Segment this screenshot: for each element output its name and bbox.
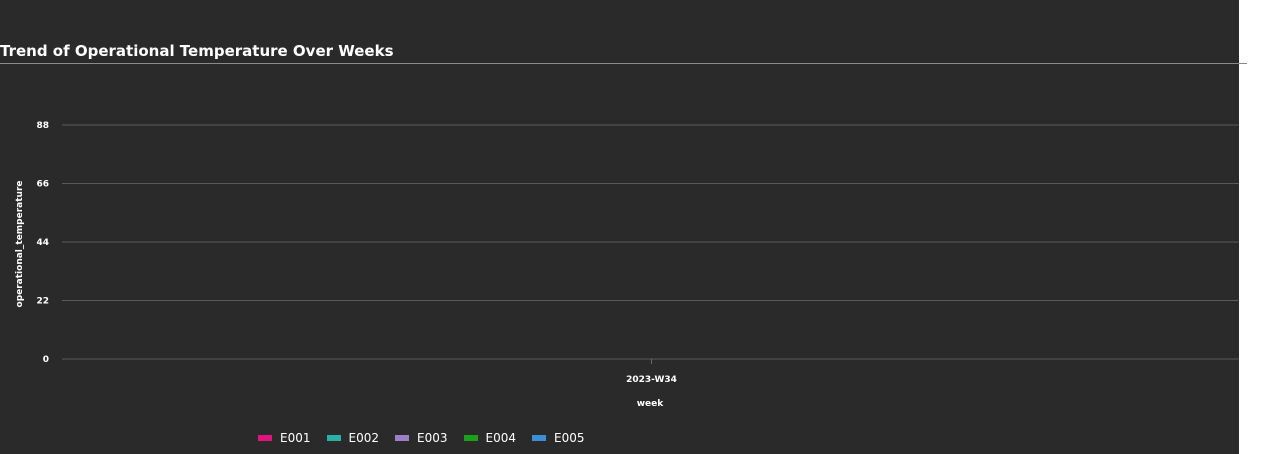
- legend-label: E003: [417, 431, 448, 445]
- legend-label: E001: [280, 431, 311, 445]
- y-tick-label: 0: [43, 355, 49, 365]
- legend-swatch: [532, 435, 546, 441]
- legend-label: E005: [554, 431, 585, 445]
- line-chart: 0 22 44 66 88 2023-W34 operational_temperatu…: [15, 121, 1239, 409]
- y-tick-label: 88: [36, 121, 49, 131]
- legend-item-e001[interactable]: E001: [258, 431, 311, 445]
- legend-item-e005[interactable]: E005: [532, 431, 585, 445]
- legend-swatch: [395, 435, 409, 441]
- legend-swatch: [326, 435, 341, 441]
- y-tick-label: 66: [36, 180, 49, 190]
- chart-legend: E001 E002 E003 E004 E005: [258, 431, 585, 445]
- legend-item-e004[interactable]: E004: [463, 431, 517, 445]
- legend-item-e002[interactable]: E002: [326, 431, 380, 445]
- y-tick-label: 44: [36, 238, 49, 248]
- x-tick-label: 2023-W34: [626, 375, 677, 385]
- y-axis-ticks: 0 22 44 66 88: [36, 121, 49, 365]
- chart-panel: Trend of Operational Temperature Over We…: [0, 0, 1247, 454]
- y-tick-label: 22: [36, 297, 49, 307]
- x-axis-title: week: [637, 399, 665, 409]
- x-axis-ticks: 2023-W34: [626, 359, 677, 385]
- y-axis-title: operational_temperature: [15, 181, 25, 308]
- gridlines: [62, 124, 1239, 360]
- legend-label: E004: [485, 431, 517, 445]
- legend-item-e003[interactable]: E003: [395, 431, 448, 445]
- legend-swatch: [463, 435, 478, 441]
- legend-label: E002: [348, 431, 380, 445]
- legend-swatch: [258, 435, 272, 441]
